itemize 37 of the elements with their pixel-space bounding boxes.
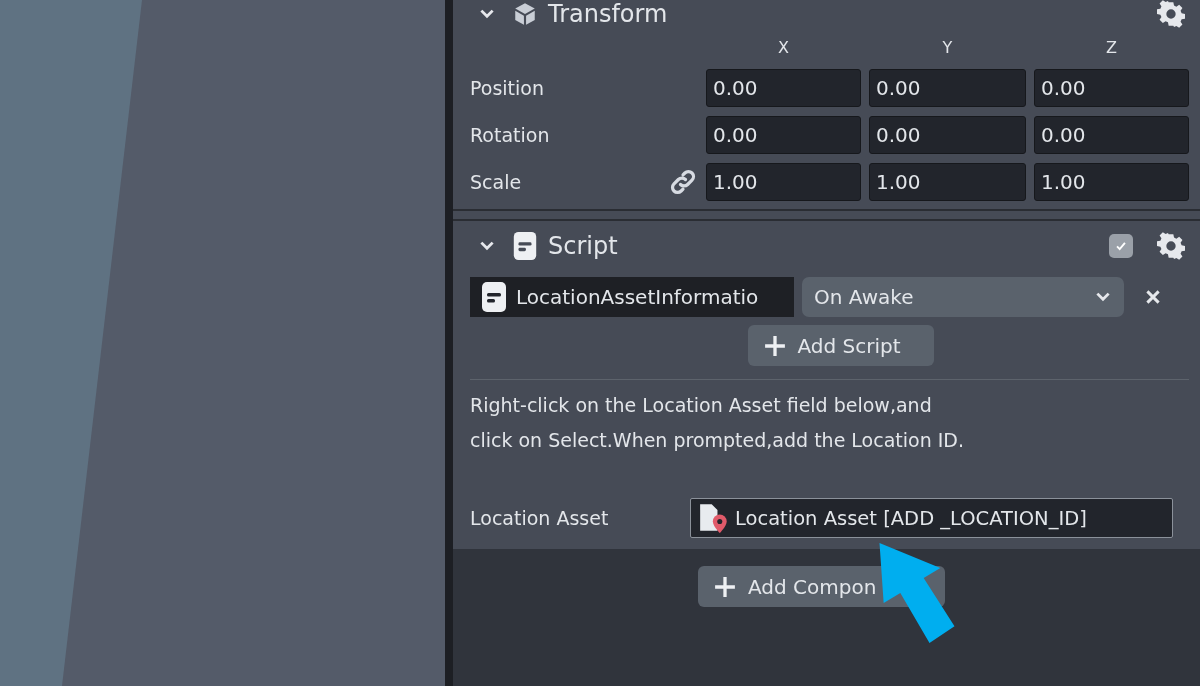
cube-icon — [512, 0, 538, 28]
script-icon — [512, 232, 538, 260]
property-label: Scale — [470, 171, 523, 193]
asset-value: Location Asset [ADD _LOCATION_ID] — [735, 506, 1087, 530]
script-name: LocationAssetInformatio — [516, 285, 759, 309]
link-icon[interactable] — [668, 167, 698, 197]
axis-label: X — [777, 38, 790, 59]
number-field[interactable]: 0.00 — [1034, 116, 1189, 154]
number-field[interactable]: 0.00 — [706, 116, 861, 154]
axis-label: Y — [941, 38, 954, 59]
number-field[interactable]: 0.00 — [869, 69, 1026, 107]
property-label: Rotation — [470, 124, 551, 146]
number-field[interactable]: 0.00 — [869, 116, 1026, 154]
location-file-icon — [699, 503, 729, 533]
plus-icon — [714, 575, 736, 598]
number-field[interactable]: 1.00 — [869, 163, 1026, 201]
script-field[interactable]: LocationAssetInformatio — [470, 277, 794, 317]
property-label: Position — [470, 77, 545, 99]
event-dropdown[interactable]: On Awake — [802, 277, 1124, 317]
description-text: Right-click on the Location Asset field below,and click on Select.When prompted,add the Location ID. — [470, 393, 966, 453]
add-script-button[interactable]: Add Script — [747, 325, 934, 366]
number-field[interactable]: 0.00 — [1034, 69, 1189, 107]
asset-field[interactable]: Location Asset [ADD _LOCATION_ID] — [690, 498, 1173, 538]
number-field[interactable]: 0.00 — [706, 69, 861, 107]
property-label: Location Asset — [470, 507, 610, 529]
dropdown-value: On Awake — [814, 285, 915, 309]
section-title: Script — [548, 232, 619, 260]
section-title: Transform — [548, 0, 669, 28]
enabled-checkbox[interactable] — [1109, 234, 1133, 258]
axis-label: Z — [1105, 38, 1118, 59]
settings-icon[interactable] — [1157, 232, 1185, 260]
number-field[interactable]: 1.00 — [706, 163, 861, 201]
number-field[interactable]: 1.00 — [1034, 163, 1189, 201]
script-icon — [482, 282, 506, 312]
settings-icon[interactable] — [1157, 0, 1185, 28]
plus-icon — [763, 334, 786, 357]
close-icon[interactable] — [1144, 288, 1162, 306]
